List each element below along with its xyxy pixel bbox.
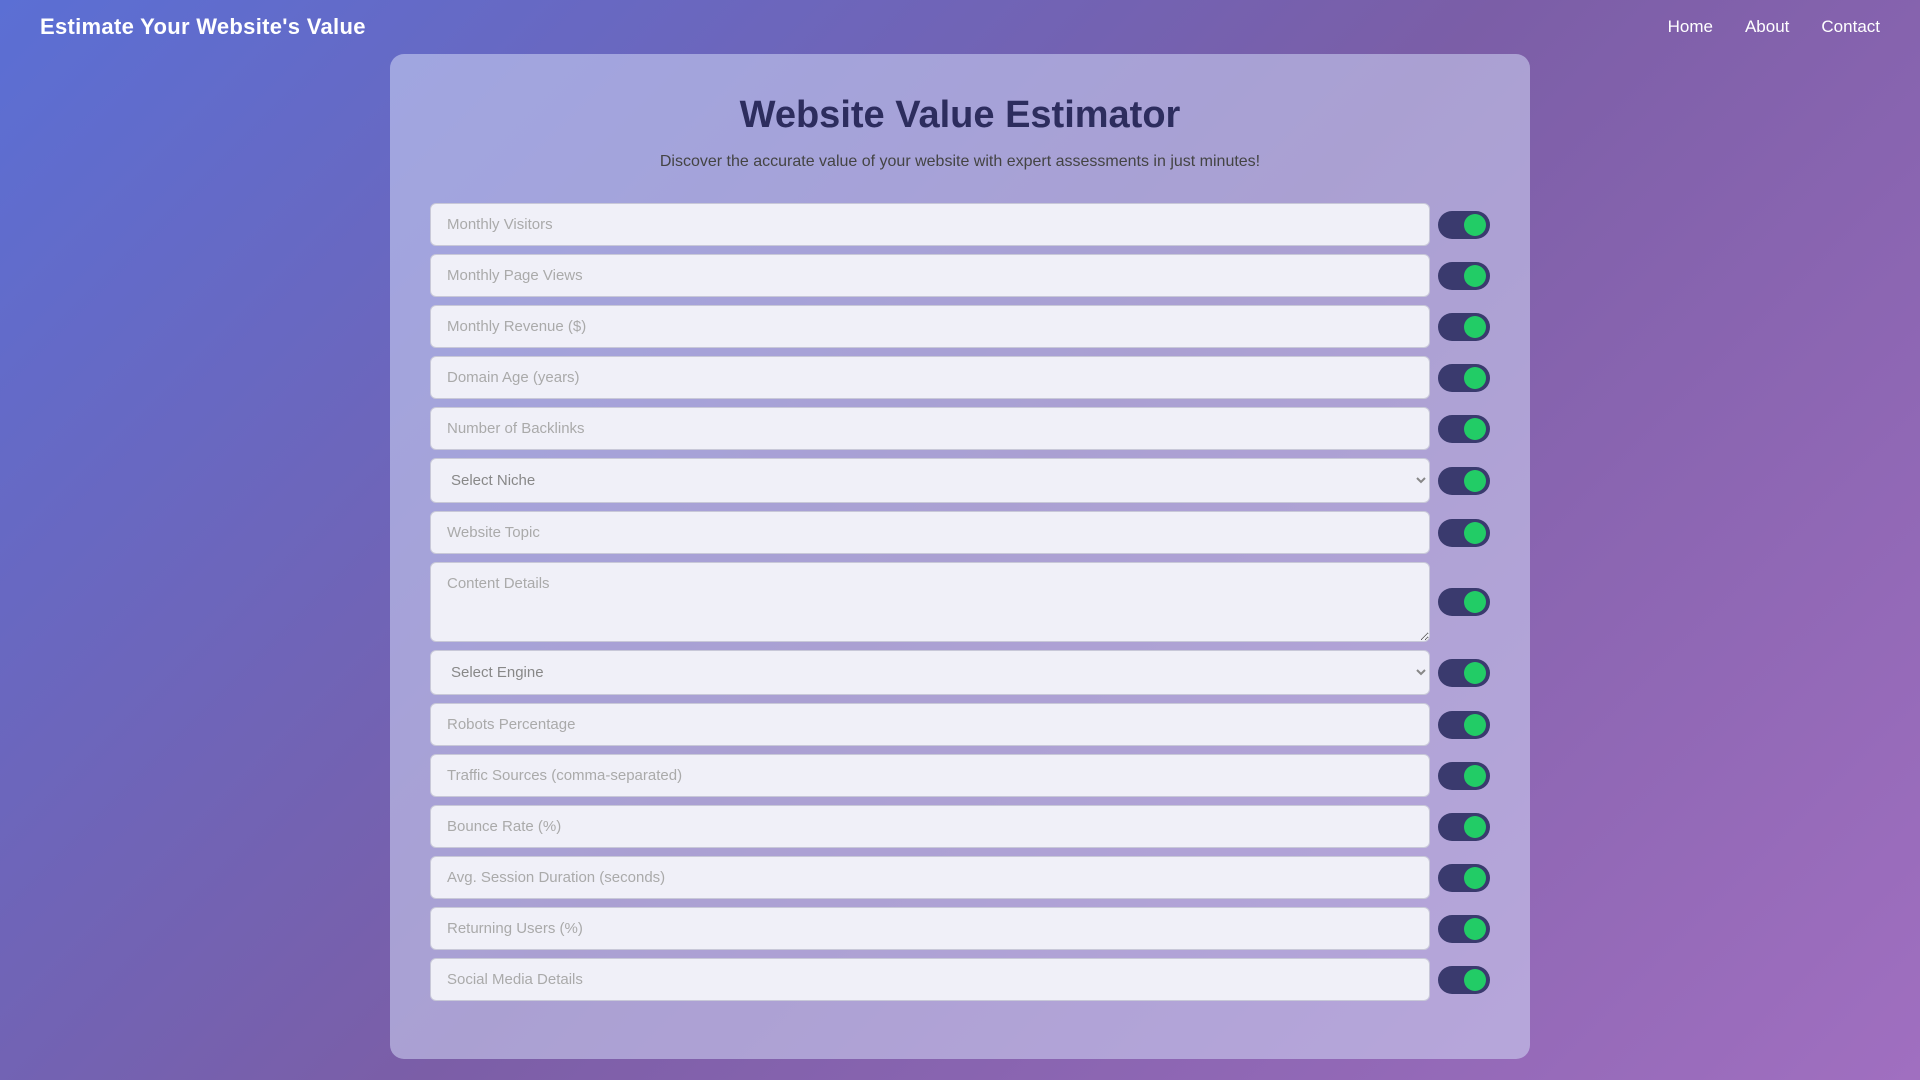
form-row-domain-age xyxy=(430,356,1490,399)
returning-users-toggle[interactable] xyxy=(1438,915,1490,943)
form-row-traffic-sources xyxy=(430,754,1490,797)
social-media-details-toggle-knob xyxy=(1464,969,1486,991)
content-details-toggle[interactable] xyxy=(1438,588,1490,616)
nav-contact[interactable]: Contact xyxy=(1821,17,1880,37)
bounce-rate-toggle[interactable] xyxy=(1438,813,1490,841)
page-subtitle: Discover the accurate value of your webs… xyxy=(430,153,1490,171)
monthly-revenue-toggle-knob xyxy=(1464,316,1486,338)
select-niche-select[interactable]: Select NicheTechnologyFinanceHealthEduca… xyxy=(430,458,1430,503)
bounce-rate-input[interactable] xyxy=(430,805,1430,848)
monthly-page-views-toggle-knob xyxy=(1464,265,1486,287)
traffic-sources-toggle-knob xyxy=(1464,765,1486,787)
avg-session-duration-input[interactable] xyxy=(430,856,1430,899)
form-row-select-engine: Select EngineGoogleBingYahooDuckDuckGoOt… xyxy=(430,650,1490,695)
select-engine-select[interactable]: Select EngineGoogleBingYahooDuckDuckGoOt… xyxy=(430,650,1430,695)
bounce-rate-toggle-knob xyxy=(1464,816,1486,838)
number-of-backlinks-toggle-knob xyxy=(1464,418,1486,440)
navbar: Estimate Your Website's Value Home About… xyxy=(0,0,1920,54)
traffic-sources-toggle[interactable] xyxy=(1438,762,1490,790)
select-niche-toggle[interactable] xyxy=(1438,467,1490,495)
form-row-robots-percentage xyxy=(430,703,1490,746)
domain-age-toggle[interactable] xyxy=(1438,364,1490,392)
form-row-monthly-revenue xyxy=(430,305,1490,348)
select-niche-toggle-knob xyxy=(1464,470,1486,492)
page-title: Website Value Estimator xyxy=(430,94,1490,137)
robots-percentage-toggle[interactable] xyxy=(1438,711,1490,739)
returning-users-toggle-knob xyxy=(1464,918,1486,940)
form-row-returning-users xyxy=(430,907,1490,950)
social-media-details-input[interactable] xyxy=(430,958,1430,1001)
avg-session-duration-toggle-knob xyxy=(1464,867,1486,889)
website-topic-toggle[interactable] xyxy=(1438,519,1490,547)
number-of-backlinks-input[interactable] xyxy=(430,407,1430,450)
main-card: Website Value Estimator Discover the acc… xyxy=(390,54,1530,1059)
domain-age-input[interactable] xyxy=(430,356,1430,399)
avg-session-duration-toggle[interactable] xyxy=(1438,864,1490,892)
form-row-monthly-visitors xyxy=(430,203,1490,246)
robots-percentage-toggle-knob xyxy=(1464,714,1486,736)
content-details-toggle-knob xyxy=(1464,591,1486,613)
select-engine-toggle[interactable] xyxy=(1438,659,1490,687)
form-row-monthly-page-views xyxy=(430,254,1490,297)
monthly-visitors-toggle[interactable] xyxy=(1438,211,1490,239)
nav-home[interactable]: Home xyxy=(1668,17,1713,37)
number-of-backlinks-toggle[interactable] xyxy=(1438,415,1490,443)
form-row-social-media-details xyxy=(430,958,1490,1001)
social-media-details-toggle[interactable] xyxy=(1438,966,1490,994)
form-row-bounce-rate xyxy=(430,805,1490,848)
navbar-links: Home About Contact xyxy=(1668,17,1880,37)
traffic-sources-input[interactable] xyxy=(430,754,1430,797)
form-row-website-topic xyxy=(430,511,1490,554)
monthly-page-views-input[interactable] xyxy=(430,254,1430,297)
form-row-avg-session-duration xyxy=(430,856,1490,899)
form-row-number-of-backlinks xyxy=(430,407,1490,450)
monthly-page-views-toggle[interactable] xyxy=(1438,262,1490,290)
form-row-select-niche: Select NicheTechnologyFinanceHealthEduca… xyxy=(430,458,1490,503)
monthly-revenue-input[interactable] xyxy=(430,305,1430,348)
domain-age-toggle-knob xyxy=(1464,367,1486,389)
navbar-brand: Estimate Your Website's Value xyxy=(40,14,366,40)
robots-percentage-input[interactable] xyxy=(430,703,1430,746)
form-fields: Select NicheTechnologyFinanceHealthEduca… xyxy=(430,203,1490,1001)
monthly-visitors-input[interactable] xyxy=(430,203,1430,246)
select-engine-toggle-knob xyxy=(1464,662,1486,684)
monthly-visitors-toggle-knob xyxy=(1464,214,1486,236)
website-topic-input[interactable] xyxy=(430,511,1430,554)
website-topic-toggle-knob xyxy=(1464,522,1486,544)
content-details-textarea[interactable] xyxy=(430,562,1430,642)
returning-users-input[interactable] xyxy=(430,907,1430,950)
monthly-revenue-toggle[interactable] xyxy=(1438,313,1490,341)
form-row-content-details xyxy=(430,562,1490,642)
nav-about[interactable]: About xyxy=(1745,17,1789,37)
